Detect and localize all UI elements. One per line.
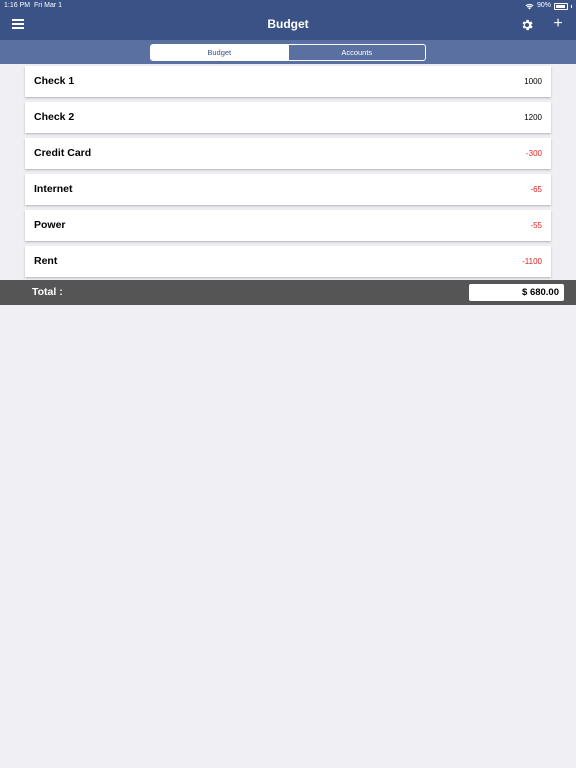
gear-icon (522, 19, 533, 31)
battery-icon (554, 2, 568, 10)
item-amount: -1100 (522, 257, 542, 266)
nav-bar: 1:16 PM Fri Mar 1 90% Budget + (0, 0, 576, 40)
item-name: Credit Card (34, 147, 92, 159)
list-item[interactable]: Internet -65 (25, 174, 551, 205)
item-amount: 1000 (524, 77, 542, 86)
list-item[interactable]: Power -55 (25, 210, 551, 241)
list-item[interactable]: Credit Card -300 (25, 138, 551, 169)
item-name: Check 2 (34, 111, 75, 123)
budget-list: Check 1 1000 Check 2 1200 Credit Card -3… (25, 66, 551, 282)
tab-accounts[interactable]: Accounts (287, 45, 426, 60)
item-name: Check 1 (34, 75, 75, 87)
battery-cap (571, 4, 572, 8)
item-amount: -65 (530, 185, 542, 194)
list-item[interactable]: Check 2 1200 (25, 102, 551, 133)
status-time: 1:16 PM (4, 2, 31, 9)
status-indicators: 90% (525, 2, 572, 10)
list-item[interactable]: Rent -1100 (25, 246, 551, 277)
battery-percent: 90% (536, 2, 551, 9)
item-amount: -55 (530, 221, 542, 230)
item-name: Internet (34, 183, 73, 195)
wifi-icon (525, 3, 534, 9)
total-label: Total : (32, 286, 63, 298)
item-amount: 1200 (524, 113, 542, 122)
plus-icon: + (553, 15, 563, 32)
add-button[interactable]: + (551, 15, 565, 32)
segmented-control: Budget Accounts (150, 44, 426, 61)
total-value: $ 680.00 (469, 284, 564, 301)
tab-budget[interactable]: Budget (151, 45, 288, 60)
item-amount: -300 (525, 149, 542, 158)
list-item[interactable]: Check 1 1000 (25, 66, 551, 97)
settings-button[interactable] (520, 18, 534, 32)
item-name: Power (34, 219, 66, 231)
item-name: Rent (34, 255, 58, 267)
page-title: Budget (267, 17, 309, 31)
status-date: Fri Mar 1 (34, 2, 62, 9)
